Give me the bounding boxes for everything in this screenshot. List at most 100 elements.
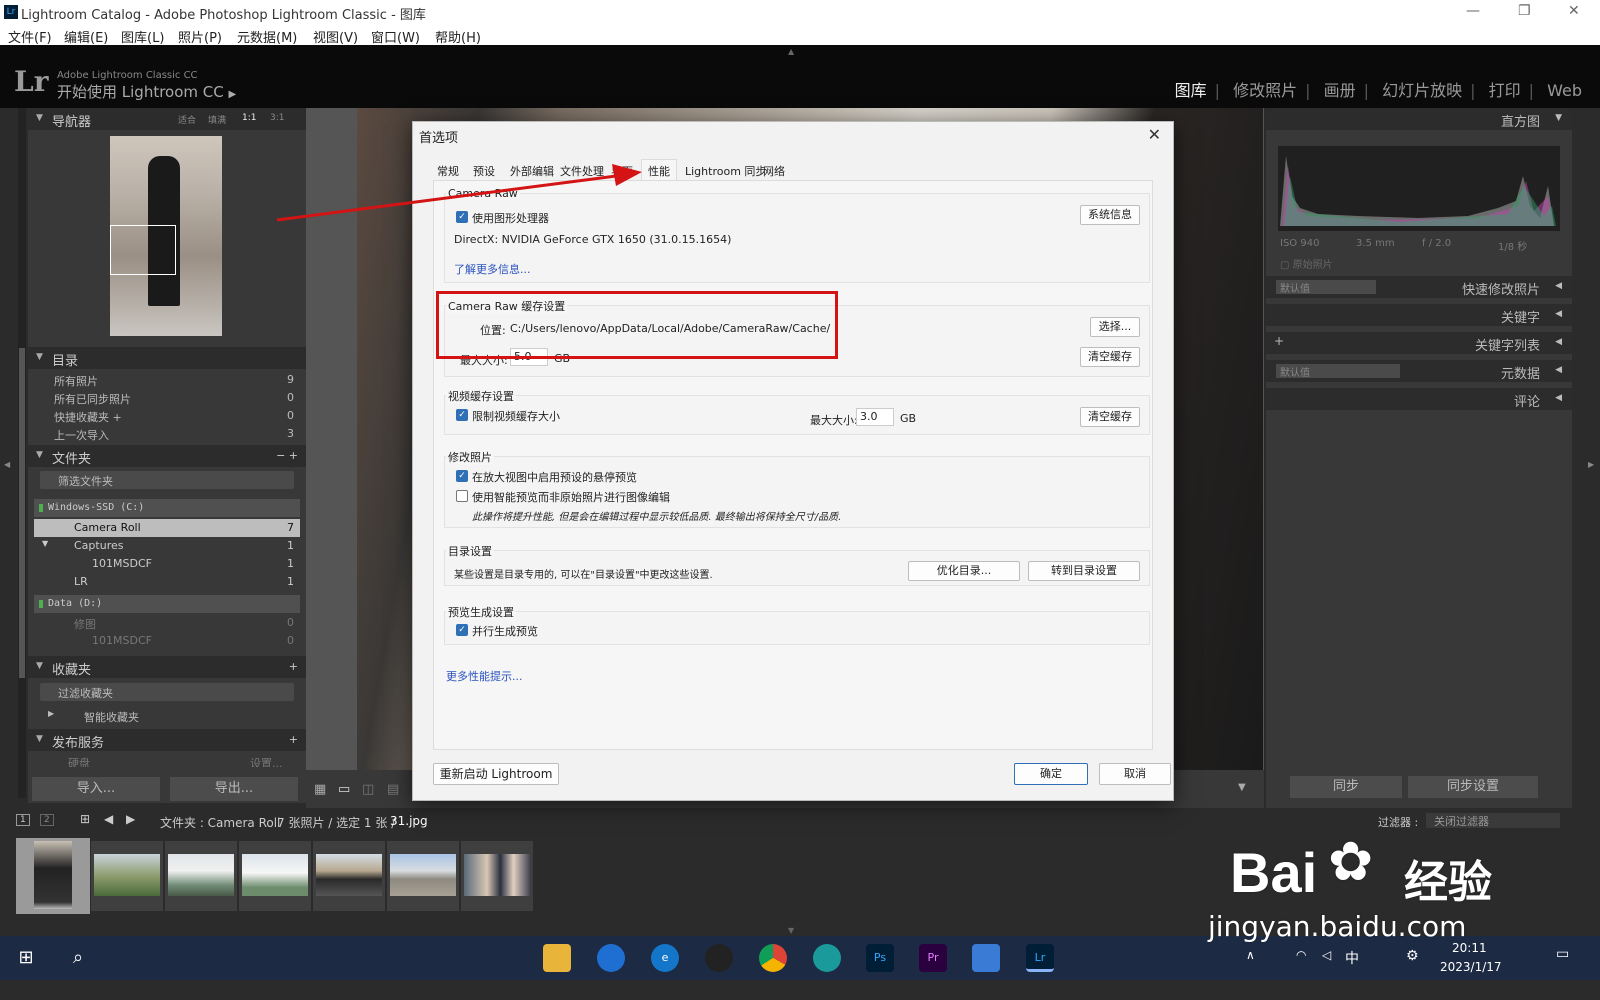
folder-101msdcf[interactable]: 101MSDCF 1 [34, 555, 300, 573]
catalog-item[interactable]: 上一次导入 3 [28, 425, 306, 443]
tab-presets[interactable]: 预设 [473, 163, 495, 179]
left-scrollbar[interactable] [18, 108, 26, 798]
notification-icon[interactable]: ▭ [1556, 946, 1569, 962]
quick-develop-preset[interactable]: 默认值 [1276, 280, 1376, 295]
play-icon[interactable]: ▶ [229, 89, 237, 100]
drive-d[interactable]: Data (D:) [34, 595, 300, 613]
module-slideshow[interactable]: 幻灯片放映 [1382, 81, 1462, 100]
tab-lightroom-sync[interactable]: Lightroom 同步 [685, 163, 766, 179]
windows-start-icon[interactable]: ⊞ [12, 944, 40, 972]
import-button[interactable]: 导入... [32, 777, 160, 801]
folder-retouch[interactable]: 修图 0 [34, 614, 300, 632]
optimize-catalog-button[interactable]: 优化目录... [908, 561, 1020, 581]
expand-icon[interactable]: ▼ [42, 539, 48, 548]
publish-header[interactable]: ▼ 发布服务 + [28, 729, 306, 751]
grid-icon[interactable]: ⊞ [80, 812, 90, 826]
navigator-header[interactable]: ▼ 导航器 适合 填满 1:1 3:1 [28, 108, 306, 130]
top-panel-toggle-icon[interactable]: ▲ [788, 47, 794, 56]
expand-icon[interactable]: ▶ [48, 709, 54, 718]
filter-select[interactable]: 关闭过滤器 [1426, 813, 1560, 828]
zoom-1to1[interactable]: 1:1 [242, 113, 256, 123]
menu-help[interactable]: 帮助(H) [435, 27, 481, 46]
premiere-icon[interactable]: Pr [919, 944, 947, 972]
clock-time[interactable]: 20:11 [1452, 941, 1487, 955]
hover-preview-checkbox[interactable]: ✓ [456, 470, 468, 482]
menu-view[interactable]: 视图(V) [313, 27, 358, 46]
module-print[interactable]: 打印 [1489, 81, 1521, 100]
tray-up-icon[interactable]: ∧ [1246, 948, 1255, 962]
catalog-item[interactable]: 快捷收藏夹 + 0 [28, 407, 306, 425]
tab-file-handling[interactable]: 文件处理 [560, 163, 604, 179]
add-keyword-icon[interactable]: + [1274, 334, 1284, 348]
add-publish-icon[interactable]: + [289, 733, 298, 746]
parallel-preview-checkbox[interactable]: ✓ [456, 624, 468, 636]
thumbnail[interactable] [461, 841, 533, 911]
survey-view-icon[interactable]: ▤ [387, 782, 399, 797]
navigator-preview[interactable] [110, 136, 222, 336]
lightroom-taskbar-icon[interactable]: Lr [1026, 944, 1054, 972]
edge-dev-icon[interactable] [813, 944, 841, 972]
use-gpu-checkbox[interactable]: ✓ [456, 211, 468, 223]
minimize-icon[interactable]: — [1466, 3, 1480, 19]
purge-video-cache-button[interactable]: 清空缓存 [1080, 407, 1140, 427]
catalog-header[interactable]: ▼ 目录 [28, 347, 306, 369]
qq-icon[interactable] [705, 944, 733, 972]
tagline[interactable]: 开始使用 Lightroom CC ▶ [57, 81, 236, 102]
menu-edit[interactable]: 编辑(E) [64, 27, 108, 46]
menu-file[interactable]: 文件(F) [8, 27, 52, 46]
loupe-view-icon[interactable]: ▭ [338, 782, 350, 797]
thumbnail[interactable] [239, 841, 311, 911]
zoom-3to1[interactable]: 3:1 [270, 113, 284, 123]
dialog-close-icon[interactable]: ✕ [1148, 125, 1161, 144]
module-develop[interactable]: 修改照片 [1233, 81, 1297, 100]
collections-header[interactable]: ▼ 收藏夹 + [28, 656, 306, 678]
module-book[interactable]: 画册 [1324, 81, 1356, 100]
ime-indicator[interactable]: 中 [1345, 948, 1359, 968]
folder-101msdcf-d[interactable]: 101MSDCF 0 [34, 632, 300, 650]
restore-icon[interactable]: ❐ [1518, 3, 1531, 19]
folder-lr[interactable]: LR 1 [34, 573, 300, 591]
sync-button[interactable]: 同步 [1290, 776, 1402, 798]
tab-interface[interactable]: 界面 [611, 163, 633, 179]
metadata-preset[interactable]: 默认值 [1276, 364, 1400, 379]
cancel-button[interactable]: 取消 [1099, 763, 1171, 785]
chrome-icon[interactable] [759, 944, 787, 972]
clock-date[interactable]: 2023/1/17 [1440, 960, 1502, 974]
edge-icon[interactable]: e [651, 944, 679, 972]
grid-view-icon[interactable]: ▦ [314, 782, 326, 797]
purge-cache-button[interactable]: 清空缓存 [1080, 347, 1140, 367]
network-icon[interactable]: ◠ [1296, 948, 1306, 962]
module-library[interactable]: 图库 [1175, 81, 1207, 100]
tab-general[interactable]: 常规 [437, 163, 459, 179]
smart-collections[interactable]: ▶ 智能收藏夹 [28, 707, 306, 725]
limit-video-cache-checkbox[interactable]: ✓ [456, 409, 468, 421]
choose-cache-button[interactable]: 选择... [1090, 317, 1140, 337]
keyword-list-header[interactable]: + 关键字列表 ◀ [1266, 332, 1572, 354]
file-explorer-icon[interactable] [543, 944, 571, 972]
volume-icon[interactable]: ◁ [1322, 948, 1331, 962]
thumbnail[interactable] [387, 841, 459, 911]
module-web[interactable]: Web [1547, 81, 1582, 100]
filmstrip-filename[interactable]: 31.jpg [390, 814, 428, 828]
sync-settings-button[interactable]: 同步设置 [1408, 776, 1538, 798]
restart-lightroom-button[interactable]: 重新启动 Lightroom [433, 763, 559, 785]
tab-performance[interactable]: 性能 [641, 159, 677, 180]
collection-filter-input[interactable]: 过滤收藏夹 [40, 683, 294, 701]
navigator-zoom-box[interactable] [110, 225, 176, 275]
keywording-header[interactable]: 关键字 ◀ [1266, 304, 1572, 326]
add-collection-icon[interactable]: + [289, 660, 298, 673]
publish-item[interactable]: 硬盘 设置... [28, 755, 306, 767]
original-photo-toggle[interactable]: ▢ 原始照片 [1280, 256, 1333, 271]
menu-photo[interactable]: 照片(P) [178, 27, 222, 46]
right-panel-toggle-icon[interactable]: ▶ [1588, 460, 1594, 469]
menu-metadata[interactable]: 元数据(M) [237, 27, 297, 46]
menu-window[interactable]: 窗口(W) [371, 27, 420, 46]
thumbnail[interactable] [91, 841, 163, 911]
tab-external-editing[interactable]: 外部编辑 [510, 163, 554, 179]
forward-icon[interactable]: ▶ [126, 812, 135, 826]
publish-setup[interactable]: 设置... [250, 755, 283, 767]
comments-header[interactable]: 评论 ◀ [1266, 388, 1572, 410]
zoom-fit[interactable]: 适合 [178, 113, 196, 126]
tab-network[interactable]: 网络 [763, 163, 785, 179]
folder-filter-input[interactable]: 筛选文件夹 [40, 471, 294, 489]
